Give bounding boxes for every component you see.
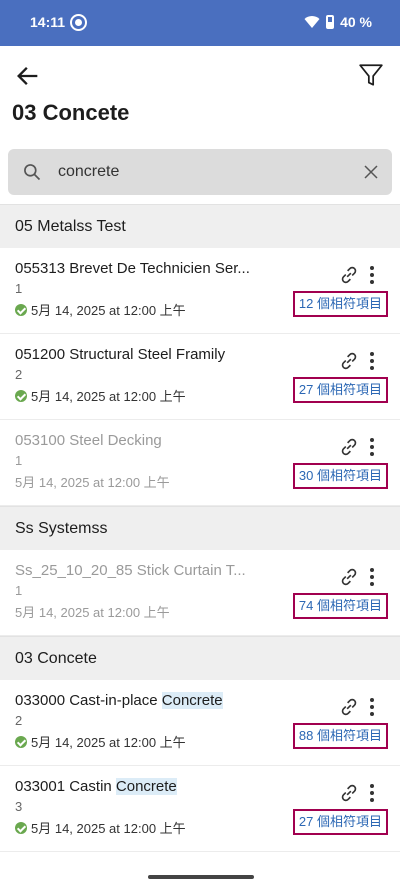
- search-highlight: Concrete: [161, 692, 223, 709]
- link-icon[interactable]: [338, 350, 360, 372]
- item-version: 1: [15, 583, 23, 598]
- search-input[interactable]: [58, 157, 348, 187]
- list-item[interactable]: 051200 Structural Steel Framily 2 5月 14,…: [0, 334, 400, 420]
- item-version: 2: [15, 367, 23, 382]
- list-item[interactable]: Ss_25_10_20_85 Stick Curtain T... 1 5月 1…: [0, 550, 400, 636]
- check-circle-icon: [15, 303, 27, 316]
- item-version: 2: [15, 713, 23, 728]
- more-vert-icon[interactable]: [364, 351, 380, 371]
- link-icon[interactable]: [338, 566, 360, 588]
- section-header: 05 Metalss Test: [0, 204, 400, 248]
- item-date: 5月 14, 2025 at 12:00 上午: [15, 475, 170, 490]
- item-date: 5月 14, 2025 at 12:00 上午: [15, 818, 186, 837]
- results-list: 05 Metalss Test 055313 Brevet De Technic…: [0, 204, 400, 852]
- check-circle-icon: [15, 821, 27, 834]
- more-vert-icon[interactable]: [364, 783, 380, 803]
- item-date: 5月 14, 2025 at 12:00 上午: [15, 732, 186, 751]
- more-vert-icon[interactable]: [364, 437, 380, 457]
- battery-icon: [326, 15, 335, 29]
- item-version: 1: [15, 281, 23, 296]
- list-item[interactable]: 053100 Steel Decking 1 5月 14, 2025 at 12…: [0, 420, 400, 506]
- section-header: 03 Concete: [0, 636, 400, 680]
- match-count-link[interactable]: 12 個相符項目: [292, 291, 388, 317]
- wifi-icon: [304, 16, 320, 28]
- list-item[interactable]: 055313 Brevet De Technicien Ser... 1 5月 …: [0, 248, 400, 334]
- home-indicator[interactable]: [148, 875, 254, 879]
- more-vert-icon[interactable]: [364, 265, 380, 285]
- list-item[interactable]: 033000 Cast-in-place Concrete 2 5月 14, 2…: [0, 680, 400, 766]
- link-icon[interactable]: [338, 782, 360, 804]
- item-title: Ss_25_10_20_85 Stick Curtain T...: [15, 562, 246, 579]
- match-count-link[interactable]: 30 個相符項目: [292, 463, 388, 489]
- item-version: 3: [15, 799, 23, 814]
- item-title: 033000 Cast-in-place Concrete: [15, 692, 223, 709]
- item-title: 053100 Steel Decking: [15, 432, 162, 449]
- match-count-link[interactable]: 27 個相符項目: [292, 809, 388, 835]
- item-title: 055313 Brevet De Technicien Ser...: [15, 260, 250, 277]
- section-header: Ss Systemss: [0, 506, 400, 550]
- list-item[interactable]: 033001 Castin Concrete 3 5月 14, 2025 at …: [0, 766, 400, 852]
- filter-icon[interactable]: [358, 62, 384, 88]
- status-right: 40 %: [304, 14, 372, 30]
- clear-icon[interactable]: [362, 163, 380, 181]
- battery-level: 40 %: [340, 14, 372, 30]
- match-count-link[interactable]: 27 個相符項目: [292, 377, 388, 403]
- check-circle-icon: [15, 389, 27, 402]
- item-date: 5月 14, 2025 at 12:00 上午: [15, 605, 170, 620]
- page-title: 03 Concete: [12, 100, 130, 125]
- link-icon[interactable]: [338, 696, 360, 718]
- item-title: 051200 Structural Steel Framily: [15, 346, 226, 363]
- status-bar: 14:11 40 %: [0, 0, 400, 46]
- more-vert-icon[interactable]: [364, 697, 380, 717]
- search-highlight: Concrete: [115, 778, 177, 795]
- status-time: 14:11: [30, 14, 66, 30]
- sync-icon: [70, 14, 87, 31]
- item-date: 5月 14, 2025 at 12:00 上午: [15, 386, 186, 405]
- item-date: 5月 14, 2025 at 12:00 上午: [15, 300, 186, 319]
- more-vert-icon[interactable]: [364, 567, 380, 587]
- search-bar: [8, 149, 392, 195]
- match-count-link[interactable]: 74 個相符項目: [292, 593, 388, 619]
- back-arrow-icon[interactable]: [14, 62, 42, 90]
- link-icon[interactable]: [338, 264, 360, 286]
- top-app-bar: [0, 46, 400, 106]
- check-circle-icon: [15, 735, 27, 748]
- search-icon: [24, 164, 41, 181]
- item-version: 1: [15, 453, 23, 468]
- item-title: 033001 Castin Concrete: [15, 778, 177, 795]
- link-icon[interactable]: [338, 436, 360, 458]
- match-count-link[interactable]: 88 個相符項目: [292, 723, 388, 749]
